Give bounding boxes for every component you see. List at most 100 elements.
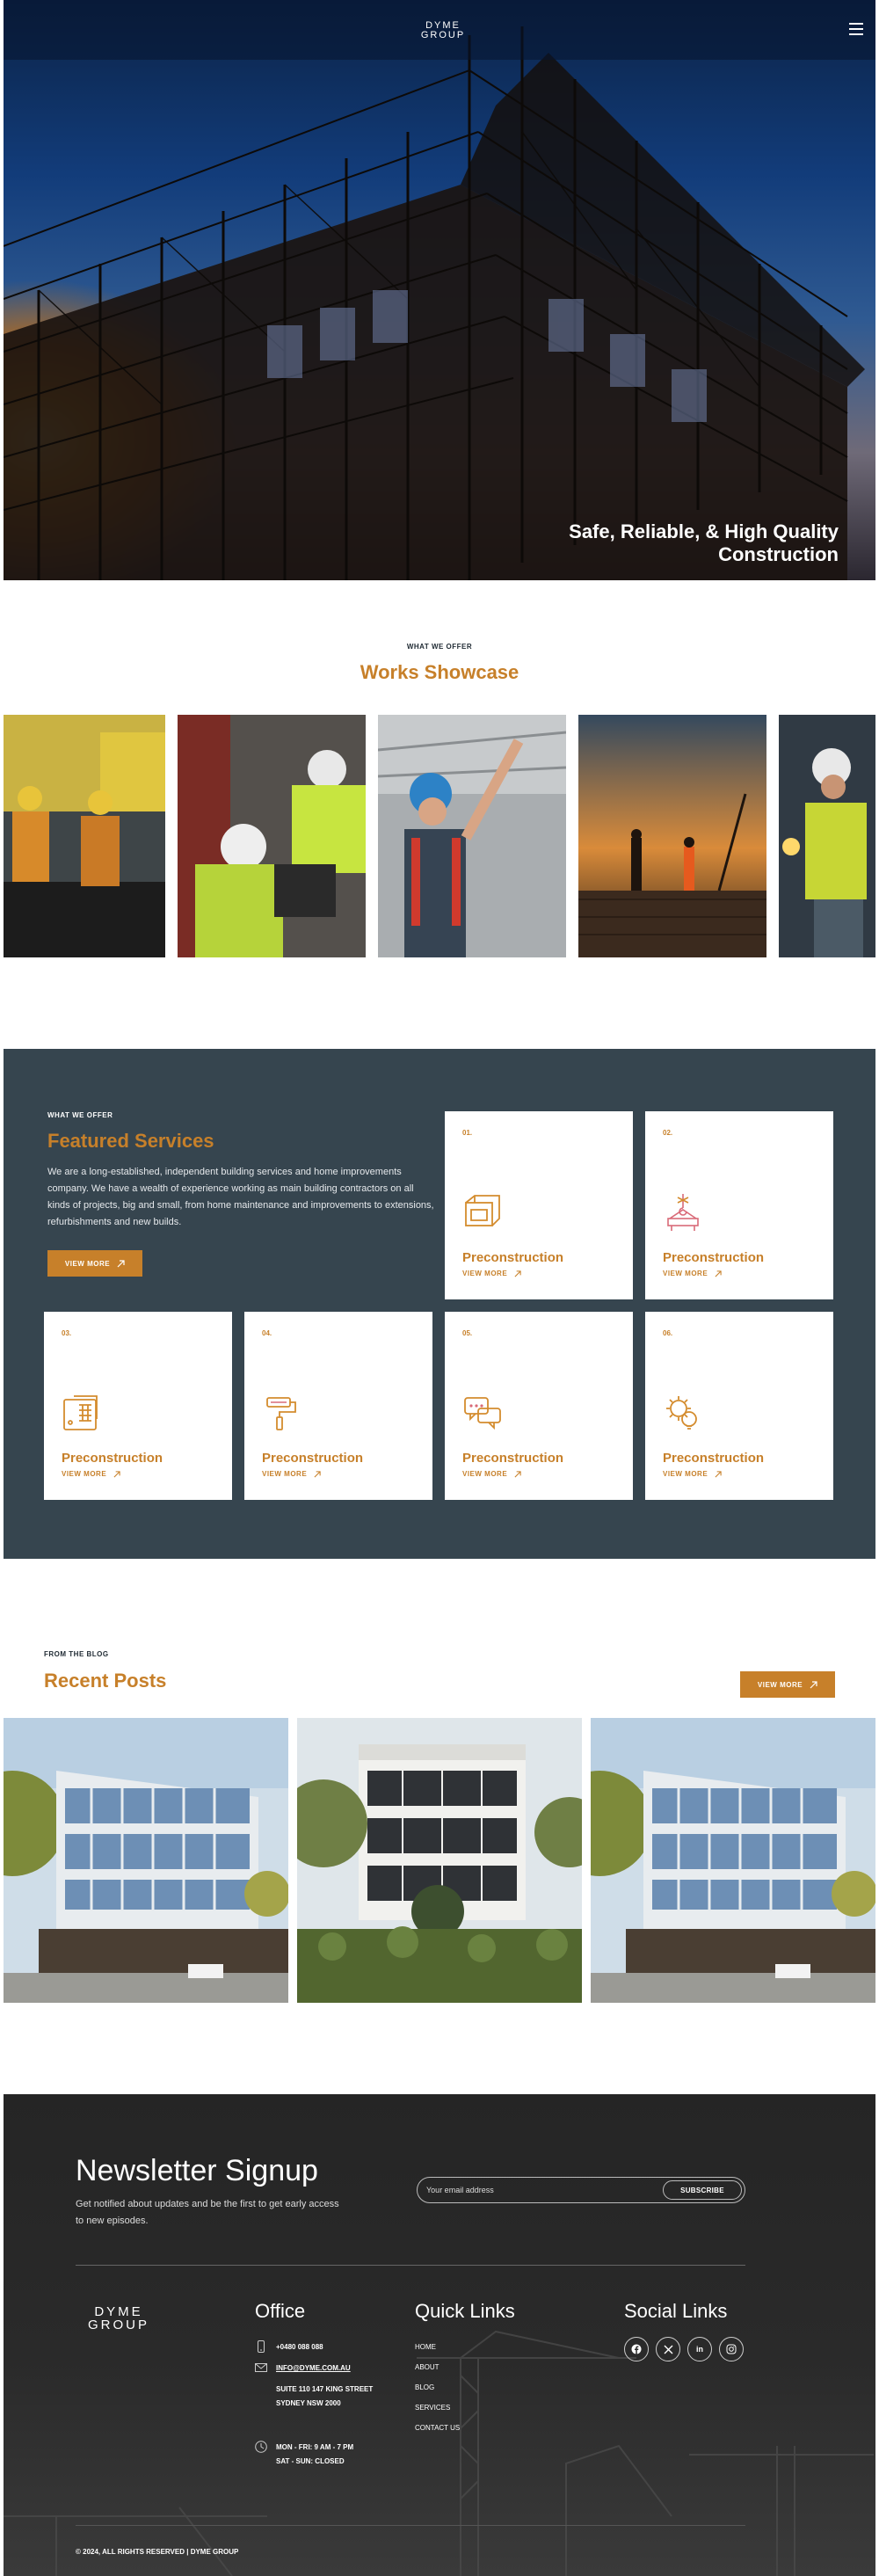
work-card[interactable]	[378, 715, 566, 957]
post-image-glass-office-building	[4, 1718, 288, 2003]
service-name: Preconstruction	[262, 1451, 364, 1466]
address-icon-spacer	[255, 2383, 267, 2395]
service-name: Preconstruction	[663, 1451, 765, 1466]
blog-post-card[interactable]	[591, 1718, 875, 2003]
works-title: Works Showcase	[360, 661, 519, 683]
office-hours-row: MON - FRI: 9 AM - 7 PM SAT - SUN: CLOSED	[255, 2441, 353, 2469]
service-view-more-link[interactable]: VIEW MORE	[462, 1470, 521, 1478]
quick-link-about[interactable]: ABOUT	[415, 2363, 440, 2371]
service-name: Preconstruction	[62, 1451, 163, 1466]
services-view-more-label: VIEW MORE	[64, 1259, 111, 1268]
office-email-row[interactable]: INFO@DYME.COM.AU	[255, 2361, 351, 2376]
blog-post-card[interactable]	[297, 1718, 582, 2003]
work-image-sunset-site	[578, 715, 766, 957]
service-view-more-link[interactable]: VIEW MORE	[663, 1270, 722, 1277]
footer-logo-line2: GROUP	[88, 2318, 150, 2332]
quick-links-title: Quick Links	[415, 2300, 515, 2322]
crane-hook-icon	[667, 1194, 699, 1231]
footer-logo[interactable]: DYME GROUP	[88, 2305, 149, 2332]
office-address-row: SUITE 110 147 KING STREET SYDNEY NSW 200…	[255, 2383, 373, 2411]
blog-view-more-label: VIEW MORE	[757, 1680, 803, 1689]
service-view-more-link[interactable]: VIEW MORE	[262, 1470, 321, 1478]
hamburger-menu-icon[interactable]	[849, 23, 863, 35]
quick-link-contact[interactable]: CONTACT US	[415, 2424, 460, 2432]
linkedin-icon[interactable]: in	[687, 2337, 712, 2361]
logo-line2: GROUP	[420, 30, 466, 40]
hero-section: DYME GROUP Safe, Reliable, & High Qualit…	[4, 0, 875, 580]
newsletter-form: SUBSCRIBE	[417, 2177, 745, 2203]
service-number: 05.	[462, 1329, 473, 1337]
services-view-more-button[interactable]: VIEW MORE	[47, 1250, 142, 1277]
arrow-up-right-icon	[117, 1259, 125, 1267]
service-card[interactable]: 05. Preconstruction VIEW MORE	[445, 1312, 633, 1500]
service-number: 02.	[663, 1129, 673, 1137]
work-card[interactable]	[4, 715, 165, 957]
office-address: SUITE 110 147 KING STREET SYDNEY NSW 200…	[276, 2383, 373, 2411]
service-name: Preconstruction	[663, 1250, 765, 1265]
service-card[interactable]: 02. Preconstruction VIEW MORE	[645, 1111, 833, 1299]
arrow-up-right-icon	[314, 1470, 321, 1477]
works-eyebrow: WHAT WE OFFER	[406, 643, 473, 651]
post-image-glass-office-building	[591, 1718, 875, 2003]
office-phone-row[interactable]: +0480 088 088	[255, 2340, 323, 2354]
brick-wall-icon	[63, 1395, 98, 1430]
arrow-up-right-icon	[113, 1470, 120, 1477]
copyright-text: © 2024, ALL RIGHTS RESERVED | DYME GROUP	[76, 2548, 239, 2556]
x-icon[interactable]	[656, 2337, 680, 2361]
footer-logo-line1: DYME	[94, 2304, 143, 2319]
service-view-more-link[interactable]: VIEW MORE	[462, 1270, 521, 1277]
post-image-townhouse	[297, 1718, 582, 2003]
blog-title: Recent Posts	[44, 1670, 167, 1692]
blog-eyebrow: FROM THE BLOG	[44, 1650, 109, 1658]
service-number: 01.	[462, 1129, 473, 1137]
subscribe-button[interactable]: SUBSCRIBE	[663, 2180, 742, 2200]
newsletter-subtitle: Get notified about updates and be the fi…	[76, 2199, 339, 2226]
quick-link-home[interactable]: HOME	[415, 2343, 436, 2351]
quick-link-services[interactable]: SERVICES	[415, 2404, 450, 2412]
clock-icon	[255, 2441, 267, 2453]
office-hours: MON - FRI: 9 AM - 7 PM SAT - SUN: CLOSED	[276, 2441, 353, 2469]
service-link-label: VIEW MORE	[663, 1270, 708, 1277]
phone-icon	[258, 2340, 265, 2353]
arrow-up-right-icon	[514, 1270, 521, 1277]
office-title: Office	[255, 2300, 306, 2322]
service-link-label: VIEW MORE	[462, 1470, 508, 1478]
office-email: INFO@DYME.COM.AU	[276, 2364, 351, 2372]
arrow-up-right-icon	[810, 1680, 817, 1688]
services-description: We are a long-established, independent b…	[47, 1167, 434, 1227]
service-card[interactable]: 03. Preconstruction VIEW MORE	[44, 1312, 232, 1500]
office-phone: +0480 088 088	[276, 2343, 323, 2351]
service-view-more-link[interactable]: VIEW MORE	[663, 1470, 722, 1478]
facebook-icon[interactable]	[624, 2337, 649, 2361]
work-card[interactable]	[578, 715, 766, 957]
blog-post-card[interactable]	[4, 1718, 288, 2003]
service-link-label: VIEW MORE	[462, 1270, 508, 1277]
hero-scaffold-image	[4, 26, 865, 580]
work-card[interactable]	[178, 715, 366, 957]
service-name: Preconstruction	[462, 1250, 564, 1265]
quick-link-blog[interactable]: BLOG	[415, 2383, 434, 2391]
service-link-label: VIEW MORE	[62, 1470, 107, 1478]
work-image-workers-helmets	[178, 715, 366, 957]
service-link-label: VIEW MORE	[262, 1470, 308, 1478]
service-card[interactable]: 06. Preconstruction VIEW MORE	[645, 1312, 833, 1500]
service-number: 03.	[62, 1329, 72, 1337]
service-link-label: VIEW MORE	[663, 1470, 708, 1478]
work-image-workers-laptop	[4, 715, 165, 957]
chat-bubbles-icon	[464, 1397, 501, 1430]
service-card[interactable]: 01. Preconstruction VIEW MORE	[445, 1111, 633, 1299]
work-card[interactable]	[779, 715, 875, 957]
arrow-up-right-icon	[715, 1270, 722, 1277]
service-card[interactable]: 04. Preconstruction VIEW MORE	[244, 1312, 432, 1500]
instagram-icon[interactable]	[719, 2337, 744, 2361]
service-view-more-link[interactable]: VIEW MORE	[62, 1470, 120, 1478]
address-line1: SUITE 110 147 KING STREET	[276, 2385, 374, 2393]
blog-view-more-button[interactable]: VIEW MORE	[740, 1671, 835, 1698]
service-name: Preconstruction	[462, 1451, 564, 1466]
address-line2: SYDNEY NSW 2000	[276, 2399, 341, 2407]
services-section: WHAT WE OFFER Featured Services We are a…	[4, 1049, 875, 1559]
work-image-worker-ceiling	[378, 715, 566, 957]
email-input[interactable]	[426, 2182, 655, 2198]
site-logo[interactable]: DYME GROUP	[417, 21, 469, 40]
paint-roller-icon	[266, 1397, 296, 1430]
